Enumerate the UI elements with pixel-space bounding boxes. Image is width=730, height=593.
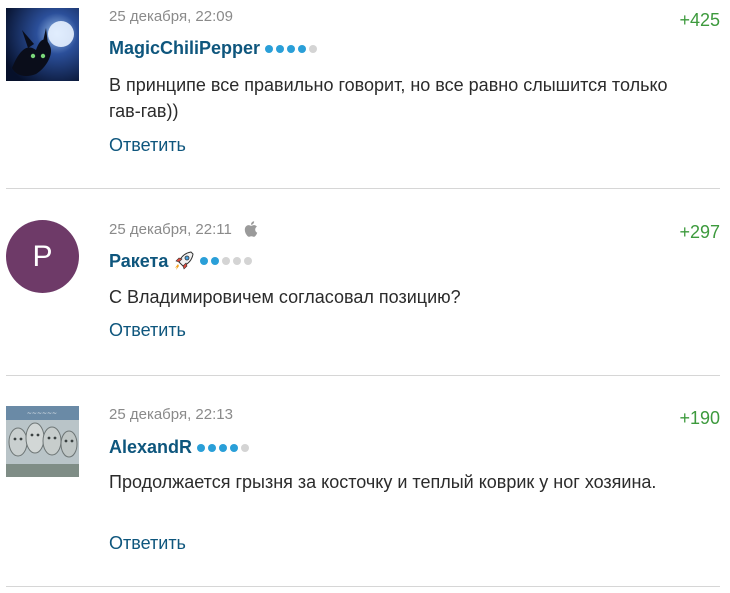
comment-meta: 25 декабря, 22:11 (109, 220, 258, 238)
comment-item: 25 декабря, 22:09 +425 MagicChiliPepper … (0, 0, 730, 188)
rating-dot (241, 443, 250, 452)
avatar-letter: P (32, 239, 53, 273)
comment-list: 25 декабря, 22:09 +425 MagicChiliPepper … (0, 0, 730, 593)
rating-dot (287, 44, 296, 53)
reply-button[interactable]: Ответить (109, 135, 186, 156)
rating-dot (276, 44, 285, 53)
user-rating-dots (265, 44, 318, 53)
rating-dot (298, 44, 307, 53)
rating-dot (309, 44, 318, 53)
comment-meta: 25 декабря, 22:09 (109, 8, 233, 25)
comment-timestamp: 25 декабря, 22:09 (109, 8, 233, 25)
author-name[interactable]: MagicChiliPepper (109, 38, 260, 59)
rocket-icon (173, 250, 195, 272)
rating-dot (222, 257, 231, 265)
rating-dot (200, 257, 209, 265)
comment-meta: 25 декабря, 22:13 (109, 406, 233, 423)
author-line: MagicChiliPepper (109, 38, 318, 59)
author-line: AlexandR (109, 437, 250, 458)
dragon-moon-avatar-image (6, 8, 79, 81)
comment-timestamp: 25 декабря, 22:13 (109, 406, 233, 423)
rating-dot (197, 443, 206, 452)
divider (6, 586, 720, 587)
comment-item: ~~~~~~ 25 декабря, 22:13 +190 AlexandR П… (0, 376, 730, 586)
rating-dot (219, 443, 228, 452)
rating-dot (244, 257, 253, 265)
comment-score: +425 (679, 10, 720, 30)
reply-button[interactable]: Ответить (109, 320, 186, 341)
comment-item: P 25 декабря, 22:11 +297 Ракета С Владим… (0, 189, 730, 375)
apple-icon (242, 220, 258, 238)
avatar[interactable]: P (6, 220, 79, 293)
comment-timestamp: 25 декабря, 22:11 (109, 220, 232, 238)
rating-dot (265, 44, 274, 53)
rushmore-avatar-image: ~~~~~~ (6, 406, 79, 477)
svg-text:~~~~~~: ~~~~~~ (27, 410, 57, 417)
avatar[interactable] (6, 8, 79, 81)
rating-dot (230, 443, 239, 452)
rating-dot (233, 257, 242, 265)
comment-text: В принципе все правильно говорит, но все… (109, 75, 668, 121)
rating-dot (208, 443, 217, 452)
author-name[interactable]: AlexandR (109, 437, 192, 458)
rating-dot (211, 257, 220, 265)
comment-text: С Владимировичем согласовал позицию? (109, 287, 461, 307)
user-rating-dots (200, 257, 253, 265)
comment-score: +297 (679, 222, 720, 242)
comment-score: +190 (679, 408, 720, 428)
user-rating-dots (197, 443, 250, 452)
reply-button[interactable]: Ответить (109, 533, 186, 554)
comment-text: Продолжается грызня за косточку и теплый… (109, 472, 657, 492)
author-line: Ракета (109, 250, 253, 272)
author-name[interactable]: Ракета (109, 251, 168, 272)
avatar[interactable]: ~~~~~~ (6, 406, 79, 477)
